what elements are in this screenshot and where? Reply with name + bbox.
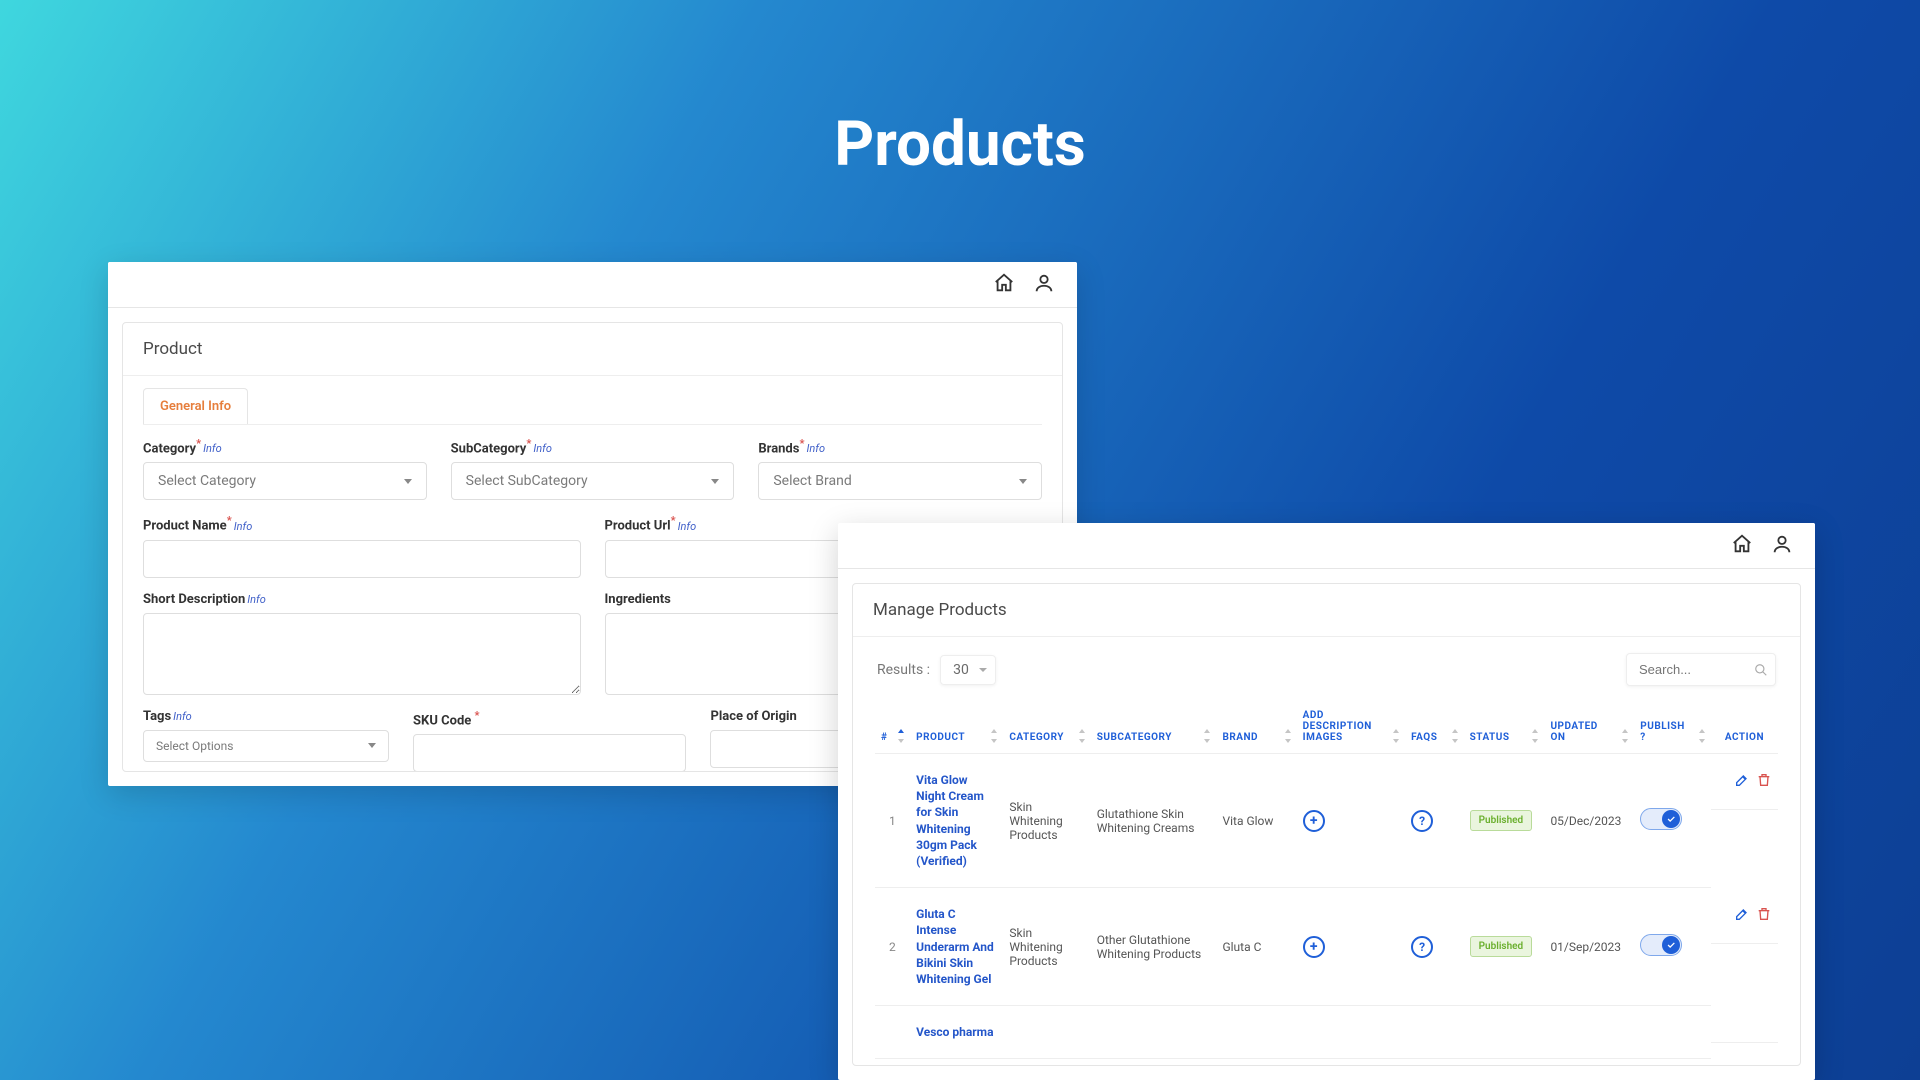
row-number (875, 1006, 910, 1059)
cell-subcategory (1091, 1006, 1217, 1059)
add-image-icon[interactable] (1303, 936, 1325, 958)
chevron-down-icon (1019, 479, 1027, 484)
sort-icon (1202, 729, 1212, 743)
col-updated-on[interactable]: UPDATED ON (1544, 700, 1634, 754)
tab-general-info[interactable]: General Info (143, 388, 248, 424)
faq-icon[interactable] (1411, 810, 1433, 832)
sort-icon (1077, 729, 1087, 743)
row-number: 1 (875, 754, 910, 888)
brands-select[interactable]: Select Brand (758, 462, 1042, 500)
card-title: Product (123, 323, 1062, 376)
card-title: Manage Products (853, 584, 1800, 637)
delete-icon[interactable] (1756, 906, 1772, 925)
tags-label: TagsInfo (143, 709, 389, 724)
search-icon (1754, 663, 1768, 677)
cell-brand: Gluta C (1216, 888, 1296, 1006)
user-icon[interactable] (1033, 272, 1055, 298)
cell-brand (1216, 1006, 1296, 1059)
subcategory-label: SubCategory*Info (451, 437, 735, 456)
tags-select[interactable]: Select Options (143, 730, 389, 762)
topbar (108, 262, 1077, 308)
sort-icon (1620, 729, 1630, 743)
table-row: Vesco pharma (875, 1006, 1778, 1059)
cell-updated: 01/Sep/2023 (1544, 888, 1634, 1006)
product-link[interactable]: Vita Glow Night Cream for Skin Whitening… (916, 773, 984, 868)
status-badge: Published (1470, 936, 1533, 957)
results-bar: Results : 30 (853, 637, 1800, 700)
info-link[interactable]: Info (533, 442, 552, 455)
col-add-images[interactable]: ADD DESCRIPTION IMAGES (1297, 700, 1405, 754)
add-image-icon[interactable] (1303, 810, 1325, 832)
edit-icon[interactable] (1734, 772, 1750, 791)
results-dropdown[interactable]: 30 (940, 655, 996, 685)
short-description-label: Short DescriptionInfo (143, 592, 581, 607)
col-number[interactable]: # (875, 700, 910, 754)
product-name-input[interactable] (143, 540, 581, 578)
cell-subcategory: Glutathione Skin Whitening Creams (1091, 754, 1217, 888)
brands-label: Brands*Info (758, 437, 1042, 456)
sort-icon (1283, 729, 1293, 743)
category-select[interactable]: Select Category (143, 462, 427, 500)
user-icon[interactable] (1771, 533, 1793, 559)
cell-subcategory: Other Glutathione Whitening Products (1091, 888, 1217, 1006)
subcategory-select[interactable]: Select SubCategory (451, 462, 735, 500)
sort-icon (896, 729, 906, 743)
col-action: ACTION (1711, 700, 1778, 754)
info-link[interactable]: Info (247, 593, 266, 606)
manage-products-card: Manage Products Results : 30 # PRODUCT C… (852, 583, 1801, 1066)
results-label: Results : (877, 662, 930, 678)
cell-brand: Vita Glow (1216, 754, 1296, 888)
info-link[interactable]: Info (806, 442, 825, 455)
delete-icon[interactable] (1756, 772, 1772, 791)
sku-input[interactable] (413, 734, 686, 772)
sort-icon (1450, 729, 1460, 743)
info-link[interactable]: Info (234, 520, 253, 533)
chevron-down-icon (368, 743, 376, 748)
short-description-textarea[interactable] (143, 613, 581, 695)
tab-bar: General Info (143, 388, 1042, 425)
product-link[interactable]: Gluta C Intense Underarm And Bikini Skin… (916, 907, 994, 986)
home-icon[interactable] (993, 272, 1015, 298)
status-badge: Published (1470, 810, 1533, 831)
info-link[interactable]: Info (203, 442, 222, 455)
manage-products-window: Manage Products Results : 30 # PRODUCT C… (838, 523, 1815, 1080)
cell-updated: 05/Dec/2023 (1544, 754, 1634, 888)
sort-icon (989, 729, 999, 743)
faq-icon[interactable] (1411, 936, 1433, 958)
sort-icon (1697, 729, 1707, 743)
table-row: 2 Gluta C Intense Underarm And Bikini Sk… (875, 888, 1778, 1006)
col-brand[interactable]: BRAND (1216, 700, 1296, 754)
publish-toggle[interactable] (1640, 808, 1682, 830)
cell-category (1003, 1006, 1090, 1059)
cell-category: Skin Whitening Products (1003, 888, 1090, 1006)
col-category[interactable]: CATEGORY (1003, 700, 1090, 754)
product-link[interactable]: Vesco pharma (916, 1025, 993, 1039)
col-subcategory[interactable]: SUBCATEGORY (1091, 700, 1217, 754)
edit-icon[interactable] (1734, 906, 1750, 925)
home-icon[interactable] (1731, 533, 1753, 559)
product-name-label: Product Name*Info (143, 514, 581, 533)
col-publish[interactable]: PUBLISH ? (1634, 700, 1710, 754)
col-product[interactable]: PRODUCT (910, 700, 1003, 754)
publish-toggle[interactable] (1640, 934, 1682, 956)
sort-icon (1530, 729, 1540, 743)
table-row: 1 Vita Glow Night Cream for Skin Whiteni… (875, 754, 1778, 888)
sku-label: SKU Code * (413, 709, 686, 728)
topbar (838, 523, 1815, 569)
cell-category: Skin Whitening Products (1003, 754, 1090, 888)
row-number: 2 (875, 888, 910, 1006)
category-label: Category*Info (143, 437, 427, 456)
page-title: Products (834, 108, 1086, 181)
chevron-down-icon (404, 479, 412, 484)
col-faqs[interactable]: FAQS (1405, 700, 1464, 754)
sort-icon (1391, 729, 1401, 743)
chevron-down-icon (979, 668, 987, 672)
cell-updated (1544, 1006, 1634, 1059)
info-link[interactable]: Info (173, 710, 192, 723)
col-status[interactable]: STATUS (1464, 700, 1545, 754)
chevron-down-icon (711, 479, 719, 484)
info-link[interactable]: Info (678, 520, 697, 533)
products-table: # PRODUCT CATEGORY SUBCATEGORY BRAND ADD… (875, 700, 1778, 1059)
